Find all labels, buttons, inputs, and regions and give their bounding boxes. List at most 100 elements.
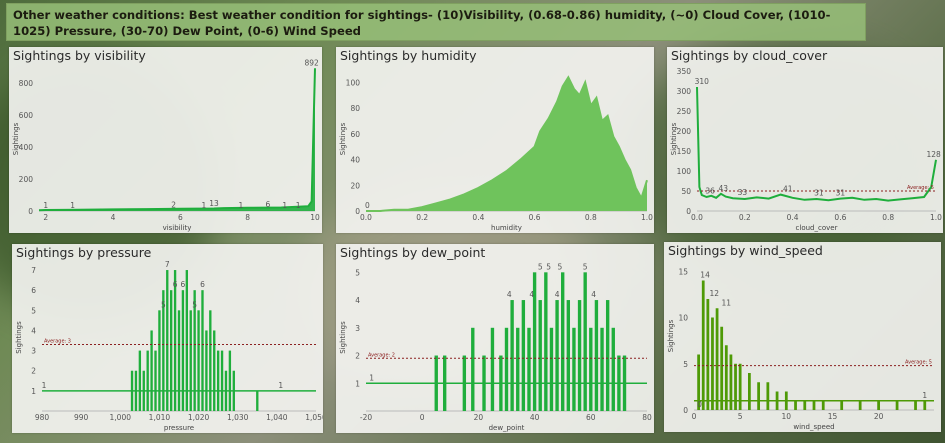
y-tick-label: 4 bbox=[355, 296, 360, 305]
bar bbox=[605, 300, 610, 411]
chart-cloud-cover: 0.0 0.2 0.4 0.6 0.8 1.0 0 50 100 150 200 250 300 350 c… bbox=[670, 67, 942, 232]
bar bbox=[205, 330, 208, 411]
bar bbox=[150, 330, 153, 411]
x-tick-label: 0 bbox=[420, 413, 425, 422]
bar bbox=[166, 270, 169, 411]
y-tick-label: 150 bbox=[677, 147, 692, 156]
bar bbox=[812, 400, 816, 410]
data-label: 0 bbox=[365, 201, 370, 210]
y-tick-label: 300 bbox=[677, 87, 692, 96]
x-tick-label: 1,050 bbox=[305, 413, 323, 422]
bar bbox=[923, 400, 927, 410]
data-label: 6 bbox=[181, 280, 186, 289]
bar bbox=[757, 382, 760, 410]
x-tick-label: 8 bbox=[245, 213, 250, 222]
x-tick-label: 0.2 bbox=[739, 213, 751, 222]
data-label: 6 bbox=[265, 200, 270, 209]
data-label: 33 bbox=[738, 188, 748, 197]
x-tick-label: 4 bbox=[111, 213, 116, 222]
bar bbox=[734, 363, 737, 410]
y-tick-label: 50 bbox=[681, 187, 691, 196]
bar bbox=[572, 327, 576, 411]
x-tick-label: 0.0 bbox=[691, 213, 703, 222]
x-tick-label: 0.6 bbox=[834, 213, 846, 222]
x-tick-label: 1,000 bbox=[110, 413, 132, 422]
y-tick-label: 0 bbox=[686, 207, 691, 216]
y-axis-label: Sightings bbox=[667, 319, 675, 352]
data-label: 4 bbox=[555, 290, 560, 299]
x-tick-label: 10 bbox=[310, 213, 320, 222]
data-label: 310 bbox=[695, 77, 710, 86]
y-tick-label: 60 bbox=[350, 130, 360, 139]
y-tick-label: 5 bbox=[683, 360, 688, 369]
y-tick-label: 1 bbox=[355, 379, 360, 388]
data-label: 5 bbox=[546, 262, 551, 271]
y-tick-label: 7 bbox=[31, 266, 36, 275]
bar bbox=[228, 350, 232, 411]
bar bbox=[701, 280, 705, 410]
bar bbox=[146, 350, 149, 411]
x-tick-label: 0.6 bbox=[529, 213, 541, 222]
chart-wind-speed: 0 5 10 15 20051015wind_speedSightingsAverage… bbox=[667, 267, 934, 431]
chart-panel-dew-point: Sightings by dew_point -20 0 20 40 60 80 1 2 3 4 5… bbox=[336, 244, 654, 433]
x-axis-label: pressure bbox=[164, 424, 194, 432]
bar bbox=[594, 300, 599, 411]
bar bbox=[173, 270, 177, 411]
bar bbox=[611, 327, 615, 411]
chart-panel-visibility: Sightings by visibility 2 4 6 8 10 0 200 400 600… bbox=[9, 47, 322, 233]
data-label: 892 bbox=[304, 58, 319, 67]
x-tick-label: 0 bbox=[692, 412, 697, 421]
bar bbox=[154, 350, 157, 411]
y-tick-label: 3 bbox=[31, 347, 36, 356]
bar bbox=[177, 310, 181, 411]
y-axis-label: Sightings bbox=[339, 122, 347, 155]
bar bbox=[158, 310, 161, 411]
x-tick-label: 0.8 bbox=[585, 213, 597, 222]
bar bbox=[504, 327, 509, 411]
x-tick-label: 5 bbox=[738, 412, 743, 421]
bar bbox=[803, 400, 807, 410]
bar bbox=[895, 400, 899, 410]
bar bbox=[720, 326, 724, 410]
average-label: Average: 5 bbox=[905, 360, 932, 366]
data-label: 5 bbox=[161, 300, 166, 309]
y-tick-label: 200 bbox=[19, 175, 34, 184]
bar bbox=[561, 272, 565, 411]
data-label: 5 bbox=[557, 262, 562, 271]
chart-panel-pressure: Sightings by pressure 980 990 1,000 1,010 1,… bbox=[12, 244, 323, 433]
x-tick-label: 0.0 bbox=[360, 213, 372, 222]
x-tick-label: 990 bbox=[74, 413, 89, 422]
bar bbox=[858, 400, 862, 410]
data-label: 1 bbox=[922, 391, 927, 400]
bar bbox=[169, 290, 173, 411]
chart-panel-cloud-cover: Sightings by cloud_cover 0.0 0.2 0.4 0.6 0.8… bbox=[667, 47, 943, 233]
bar bbox=[538, 300, 542, 411]
data-label: 128 bbox=[926, 150, 941, 159]
chart-panel-humidity: Sightings by humidity 0.0 0.2 0.4 0.6 0.8 1.0… bbox=[336, 47, 654, 233]
bar bbox=[794, 400, 797, 410]
x-axis-label: dew_point bbox=[489, 424, 525, 432]
data-label: 4 bbox=[591, 290, 596, 299]
data-label: 7 bbox=[165, 260, 170, 269]
x-tick-label: 0.2 bbox=[416, 213, 428, 222]
y-tick-label: 800 bbox=[19, 79, 34, 88]
bar bbox=[914, 400, 917, 410]
bar bbox=[185, 270, 189, 411]
chart-dew-point: -20 0 20 40 60 80 1 2 3 4 5 dew_point Sightings Avera… bbox=[339, 262, 652, 432]
x-axis-label: visibility bbox=[163, 224, 192, 232]
bar bbox=[715, 308, 719, 410]
average-label: Average: 3 bbox=[44, 339, 71, 345]
bar bbox=[216, 350, 220, 411]
chart-humidity: 0.0 0.2 0.4 0.6 0.8 1.0 0 20 40 60 80 100 humidity Si… bbox=[339, 75, 653, 232]
x-tick-label: 0.4 bbox=[472, 213, 484, 222]
y-tick-label: 0 bbox=[683, 406, 688, 415]
bar bbox=[840, 400, 844, 410]
x-tick-label: -20 bbox=[360, 413, 372, 422]
y-tick-label: 350 bbox=[677, 67, 692, 76]
bar bbox=[555, 300, 559, 411]
y-tick-label: 5 bbox=[355, 268, 360, 277]
bar bbox=[706, 299, 710, 410]
y-tick-label: 2 bbox=[31, 367, 36, 376]
data-label: 1 bbox=[282, 201, 287, 210]
x-tick-label: 0.8 bbox=[882, 213, 894, 222]
